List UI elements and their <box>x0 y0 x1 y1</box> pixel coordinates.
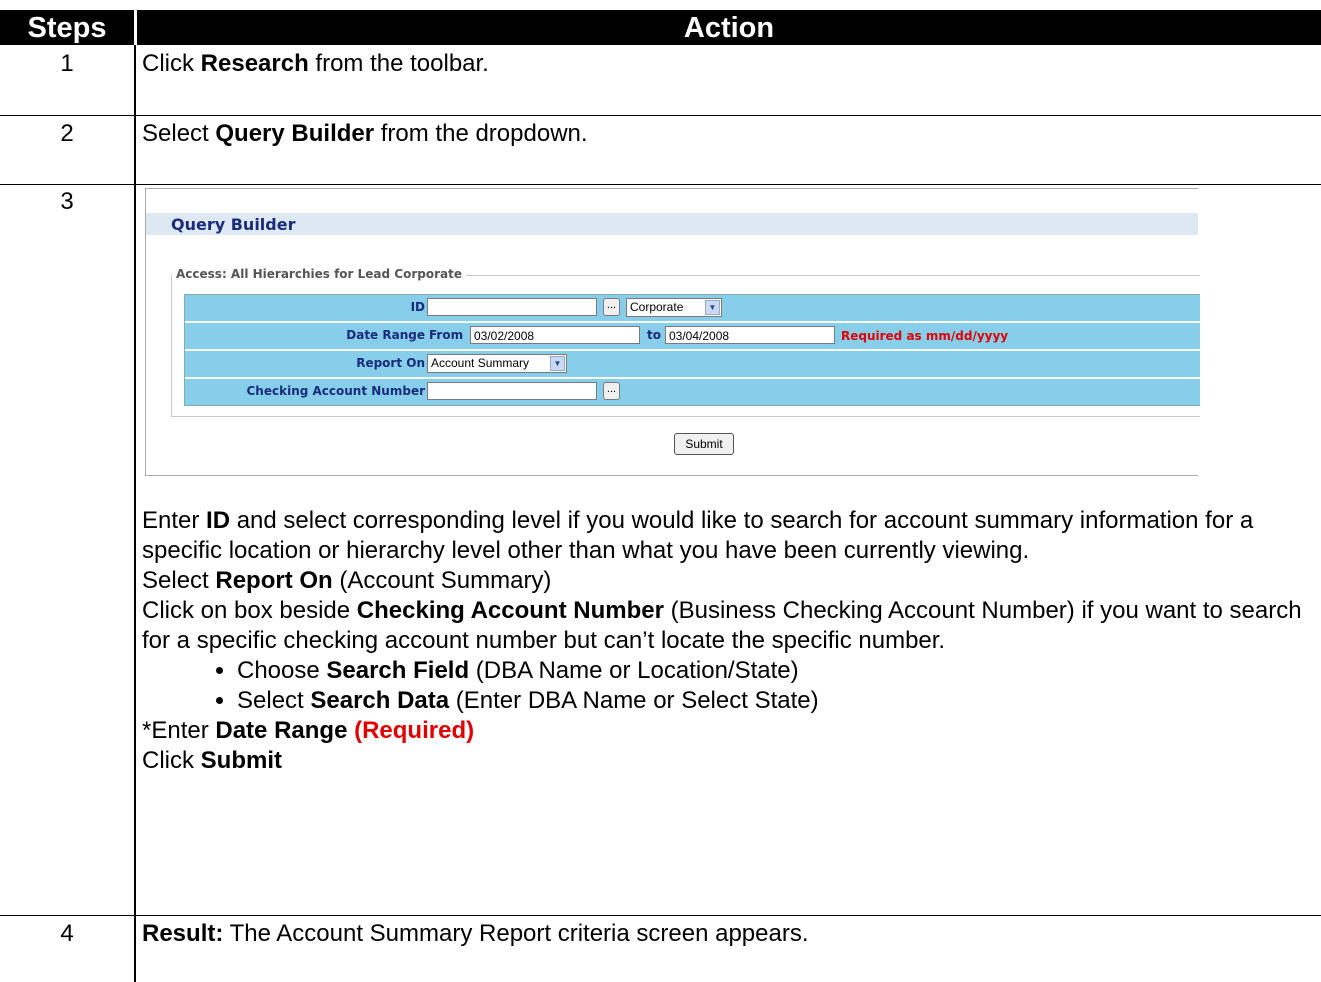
list-item: Select Search Data (Enter DBA Name or Se… <box>237 686 1312 716</box>
row-divider <box>0 184 1321 185</box>
checking-account-row: Checking Account Number ... <box>185 379 1200 405</box>
query-form: ID ... Corporate ▼ Date Range From 03/02… <box>184 294 1200 406</box>
action-header: Action <box>137 10 1321 45</box>
level-select[interactable]: Corporate ▼ <box>626 298 722 317</box>
from-label: From <box>429 328 464 342</box>
instruction-paragraph: Select Report On (Account Summary) <box>142 567 552 594</box>
step-number: 4 <box>60 920 74 947</box>
from-date-input[interactable]: 03/02/2008 <box>470 326 640 344</box>
date-range-row: Date Range From 03/02/2008 to 03/04/2008… <box>185 323 1200 351</box>
step-action: Result: The Account Summary Report crite… <box>142 920 809 947</box>
instruction-paragraph: Click on box beside Checking Account Num… <box>142 597 1302 654</box>
step-3-instructions: Enter ID and select corresponding level … <box>142 506 1312 776</box>
step-action: Click Research from the toolbar. <box>142 50 489 77</box>
id-input[interactable] <box>427 298 597 316</box>
id-browse-button[interactable]: ... <box>603 298 620 316</box>
column-divider <box>134 45 136 982</box>
report-on-row: Report On Account Summary ▼ <box>185 351 1200 379</box>
instruction-paragraph: Click Submit <box>142 747 282 774</box>
step-action: Select Query Builder from the dropdown. <box>142 120 588 147</box>
instruction-paragraph: *Enter Date Range (Required) <box>142 717 475 744</box>
step-number: 1 <box>60 50 74 77</box>
query-builder-screenshot: Query Builder Access: All Hierarchies fo… <box>145 188 1200 476</box>
checking-account-browse-button[interactable]: ... <box>603 382 620 400</box>
row-divider <box>0 115 1321 116</box>
report-on-label: Report On <box>356 356 425 370</box>
steps-table: Steps Action 1 Click Research from the t… <box>0 0 1321 982</box>
checking-account-input[interactable] <box>427 382 597 400</box>
step-number: 3 <box>60 188 74 215</box>
id-row: ID ... Corporate ▼ <box>185 295 1200 323</box>
id-label: ID <box>410 300 425 314</box>
to-label: to <box>647 328 661 342</box>
date-range-label: Date Range <box>346 328 425 342</box>
checking-account-label: Checking Account Number <box>246 384 426 398</box>
instruction-bullets: Choose Search Field (DBA Name or Locatio… <box>142 656 1312 716</box>
query-builder-title: Query Builder <box>171 215 296 234</box>
date-format-hint: Required as mm/dd/yyyy <box>841 329 1009 343</box>
submit-button[interactable]: Submit <box>674 433 734 455</box>
steps-header: Steps <box>0 10 134 45</box>
list-item: Choose Search Field (DBA Name or Locatio… <box>237 656 1312 686</box>
row-divider <box>0 915 1321 916</box>
chevron-down-icon: ▼ <box>550 356 565 371</box>
to-date-input[interactable]: 03/04/2008 <box>665 326 835 344</box>
chevron-down-icon: ▼ <box>705 300 720 315</box>
access-legend: Access: All Hierarchies for Lead Corpora… <box>172 267 466 281</box>
report-on-select[interactable]: Account Summary ▼ <box>427 354 567 373</box>
query-builder-title-bar: Query Builder <box>146 213 1198 235</box>
instruction-paragraph: Enter ID and select corresponding level … <box>142 507 1254 564</box>
step-number: 2 <box>60 120 74 147</box>
